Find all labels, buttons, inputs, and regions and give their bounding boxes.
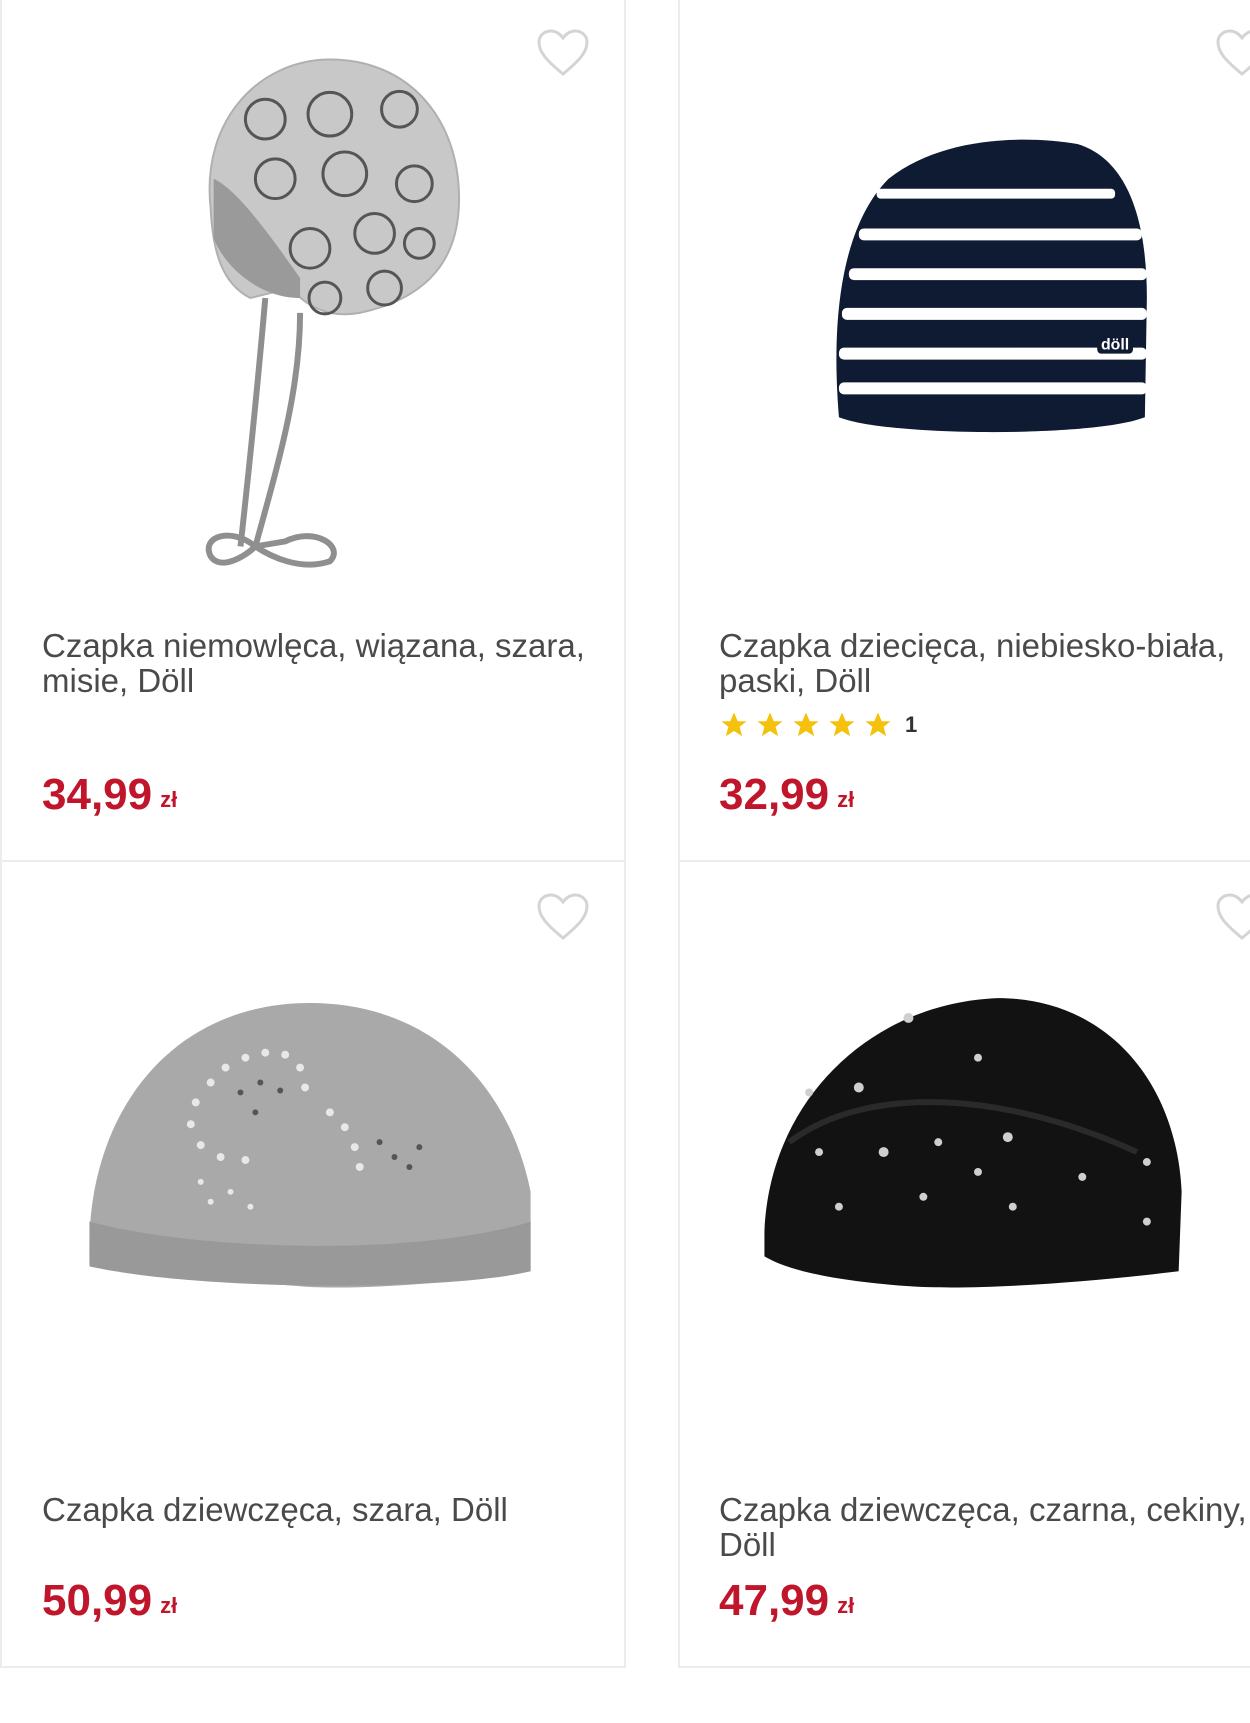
image-logo-text: döll xyxy=(1101,337,1129,354)
star-icon xyxy=(721,712,747,737)
product-price: 47,99 zł xyxy=(719,1576,854,1626)
price-value: 47,99 xyxy=(719,1576,830,1625)
star-icon xyxy=(757,712,783,737)
star-icon xyxy=(793,712,819,737)
product-price: 34,99 zł xyxy=(42,770,177,820)
product-price: 32,99 zł xyxy=(719,770,854,820)
rating-stars: 1 xyxy=(719,710,917,740)
product-card[interactable]: Czapka dziewczęca, szara, Döll 50,99 zł xyxy=(0,860,626,1668)
product-price: 50,99 zł xyxy=(42,1576,177,1626)
navy-white-striped-hat-image[interactable]: döll xyxy=(680,0,1250,598)
grey-baby-hat-with-bears-image[interactable] xyxy=(2,0,624,598)
price-currency: zł xyxy=(837,1593,855,1618)
product-title[interactable]: Czapka dziecięca, niebiesko-biała, paski… xyxy=(719,628,1250,698)
product-card[interactable]: Czapka niemowlęca, wiązana, szara, misie… xyxy=(0,0,626,862)
star-icon xyxy=(829,712,855,737)
price-value: 34,99 xyxy=(42,770,153,819)
price-currency: zł xyxy=(837,787,855,812)
product-grid: Czapka niemowlęca, wiązana, szara, misie… xyxy=(0,0,1250,1723)
price-currency: zł xyxy=(160,787,178,812)
product-title[interactable]: Czapka dziewczęca, szara, Döll xyxy=(42,1492,602,1527)
black-sequin-beanie-image[interactable] xyxy=(680,862,1250,1462)
price-value: 32,99 xyxy=(719,770,830,819)
product-title[interactable]: Czapka niemowlęca, wiązana, szara, misie… xyxy=(42,628,602,698)
product-card[interactable]: Czapka dziewczęca, czarna, cekiny, Döll … xyxy=(678,860,1250,1668)
rating-count: 1 xyxy=(905,712,918,737)
price-currency: zł xyxy=(160,1593,178,1618)
star-icon xyxy=(865,712,891,737)
price-value: 50,99 xyxy=(42,1576,153,1625)
product-title[interactable]: Czapka dziewczęca, czarna, cekiny, Döll xyxy=(719,1492,1250,1562)
product-card[interactable]: döll Czapka dziecięca, niebiesko-biała, … xyxy=(678,0,1250,862)
grey-rhinestone-beanie-image[interactable] xyxy=(2,862,624,1462)
